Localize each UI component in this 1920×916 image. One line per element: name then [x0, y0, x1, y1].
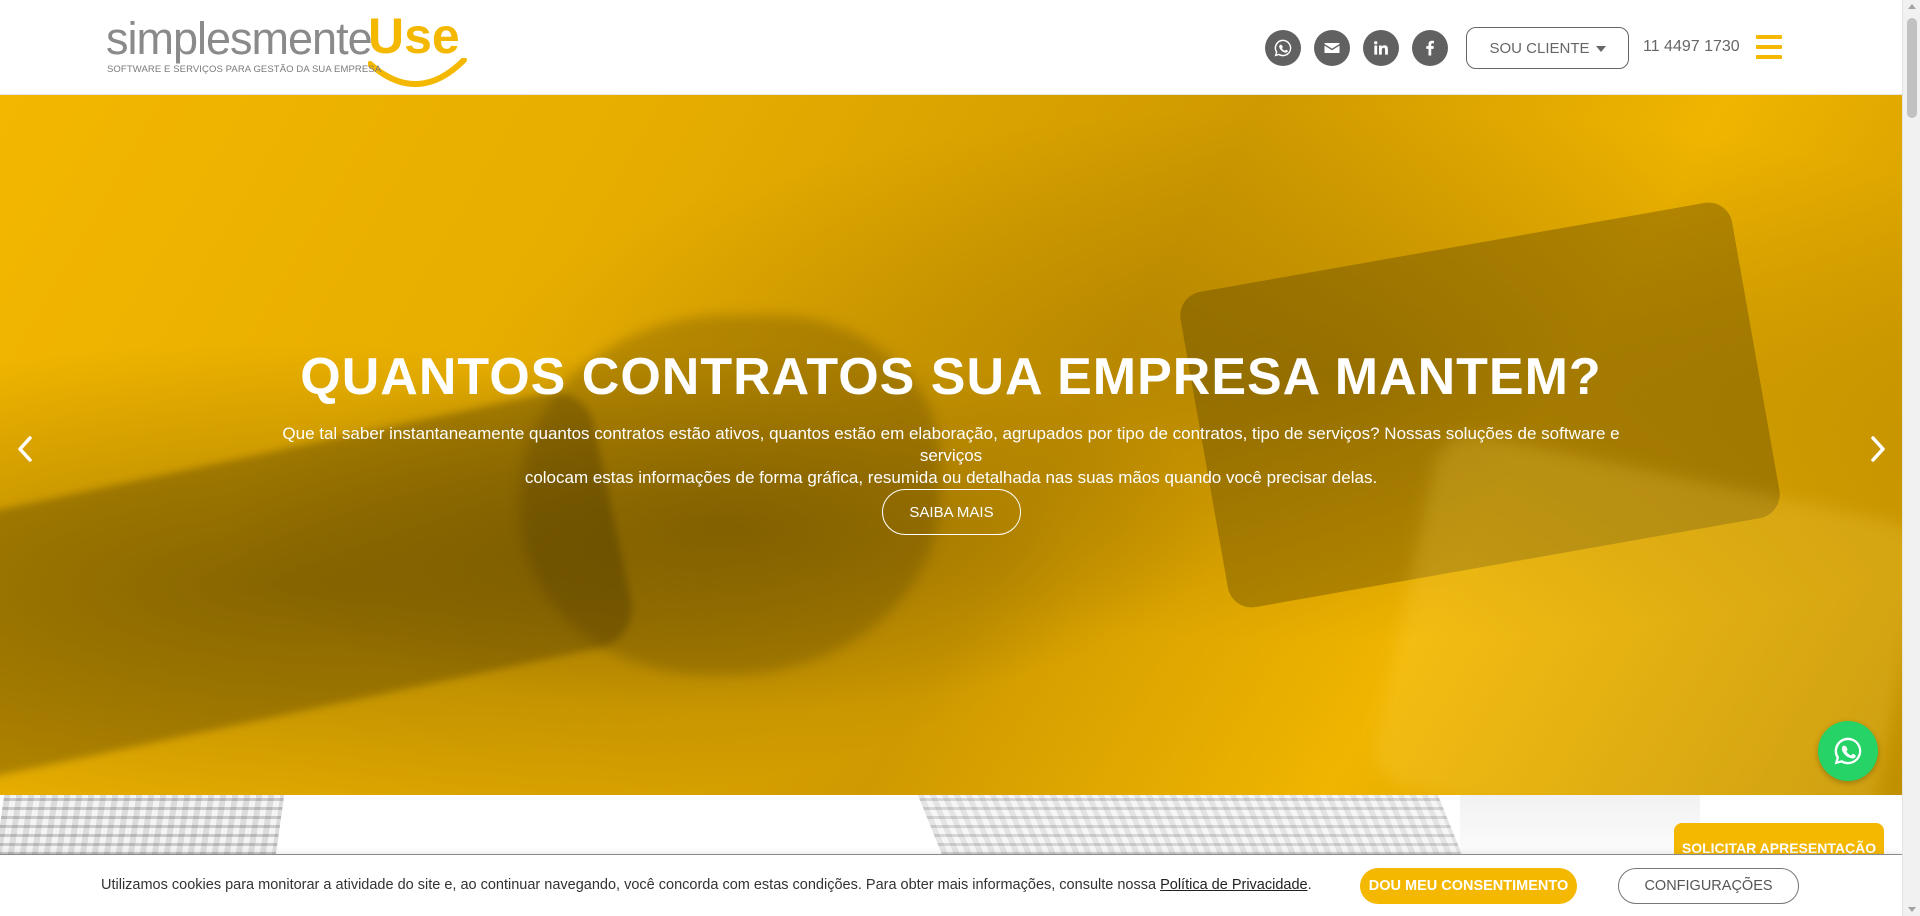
cookie-settings-button[interactable]: CONFIGURAÇÕES [1618, 868, 1799, 904]
facebook-icon[interactable] [1412, 30, 1448, 66]
consent-button[interactable]: DOU MEU CONSENTIMENTO [1360, 868, 1577, 904]
hero-description: Que tal saber instantaneamente quantos c… [282, 424, 1620, 487]
client-area-label: SOU CLIENTE [1489, 39, 1590, 57]
logo-tagline: SOFTWARE E SERVIÇOS PARA GESTÃO DA SUA E… [107, 64, 382, 75]
cookie-banner: Utilizamos cookies para monitorar a ativ… [0, 854, 1902, 916]
learn-more-button[interactable]: SAIBA MAIS [882, 489, 1021, 535]
section-background [0, 795, 1902, 855]
logo-use: Use [368, 8, 460, 64]
logo-wordmark: simplesmente [106, 13, 373, 64]
email-icon[interactable] [1314, 30, 1350, 66]
logo[interactable]: simplesmente Use SOFTWARE E SERVIÇOS PAR… [106, 8, 467, 87]
site-header: simplesmente Use SOFTWARE E SERVIÇOS PAR… [0, 0, 1902, 95]
linkedin-icon[interactable] [1363, 30, 1399, 66]
whatsapp-float-button[interactable] [1818, 721, 1878, 781]
whatsapp-icon[interactable] [1265, 30, 1301, 66]
privacy-policy-link[interactable]: Política de Privacidade [1160, 877, 1308, 893]
logo-smile-icon [368, 58, 467, 87]
slider-next-icon[interactable] [1866, 429, 1890, 469]
phone-number[interactable]: 11 4497 1730 [1643, 38, 1740, 56]
caret-down-icon [1595, 46, 1606, 52]
scroll-down-icon[interactable] [1908, 907, 1916, 912]
cookie-message: Utilizamos cookies para monitorar a ativ… [101, 877, 1312, 893]
whatsapp-icon [1834, 737, 1862, 765]
hero-slider: QUANTOS CONTRATOS SUA EMPRESA MANTEM? Qu… [0, 95, 1902, 795]
scroll-up-icon[interactable] [1908, 4, 1916, 9]
scroll-thumb[interactable] [1907, 18, 1917, 118]
menu-icon[interactable] [1756, 35, 1782, 59]
hero-title: QUANTOS CONTRATOS SUA EMPRESA MANTEM? [300, 348, 1602, 406]
page-scrollbar[interactable] [1902, 0, 1920, 916]
slider-prev-icon[interactable] [13, 429, 37, 469]
client-area-dropdown[interactable]: SOU CLIENTE [1466, 27, 1629, 69]
